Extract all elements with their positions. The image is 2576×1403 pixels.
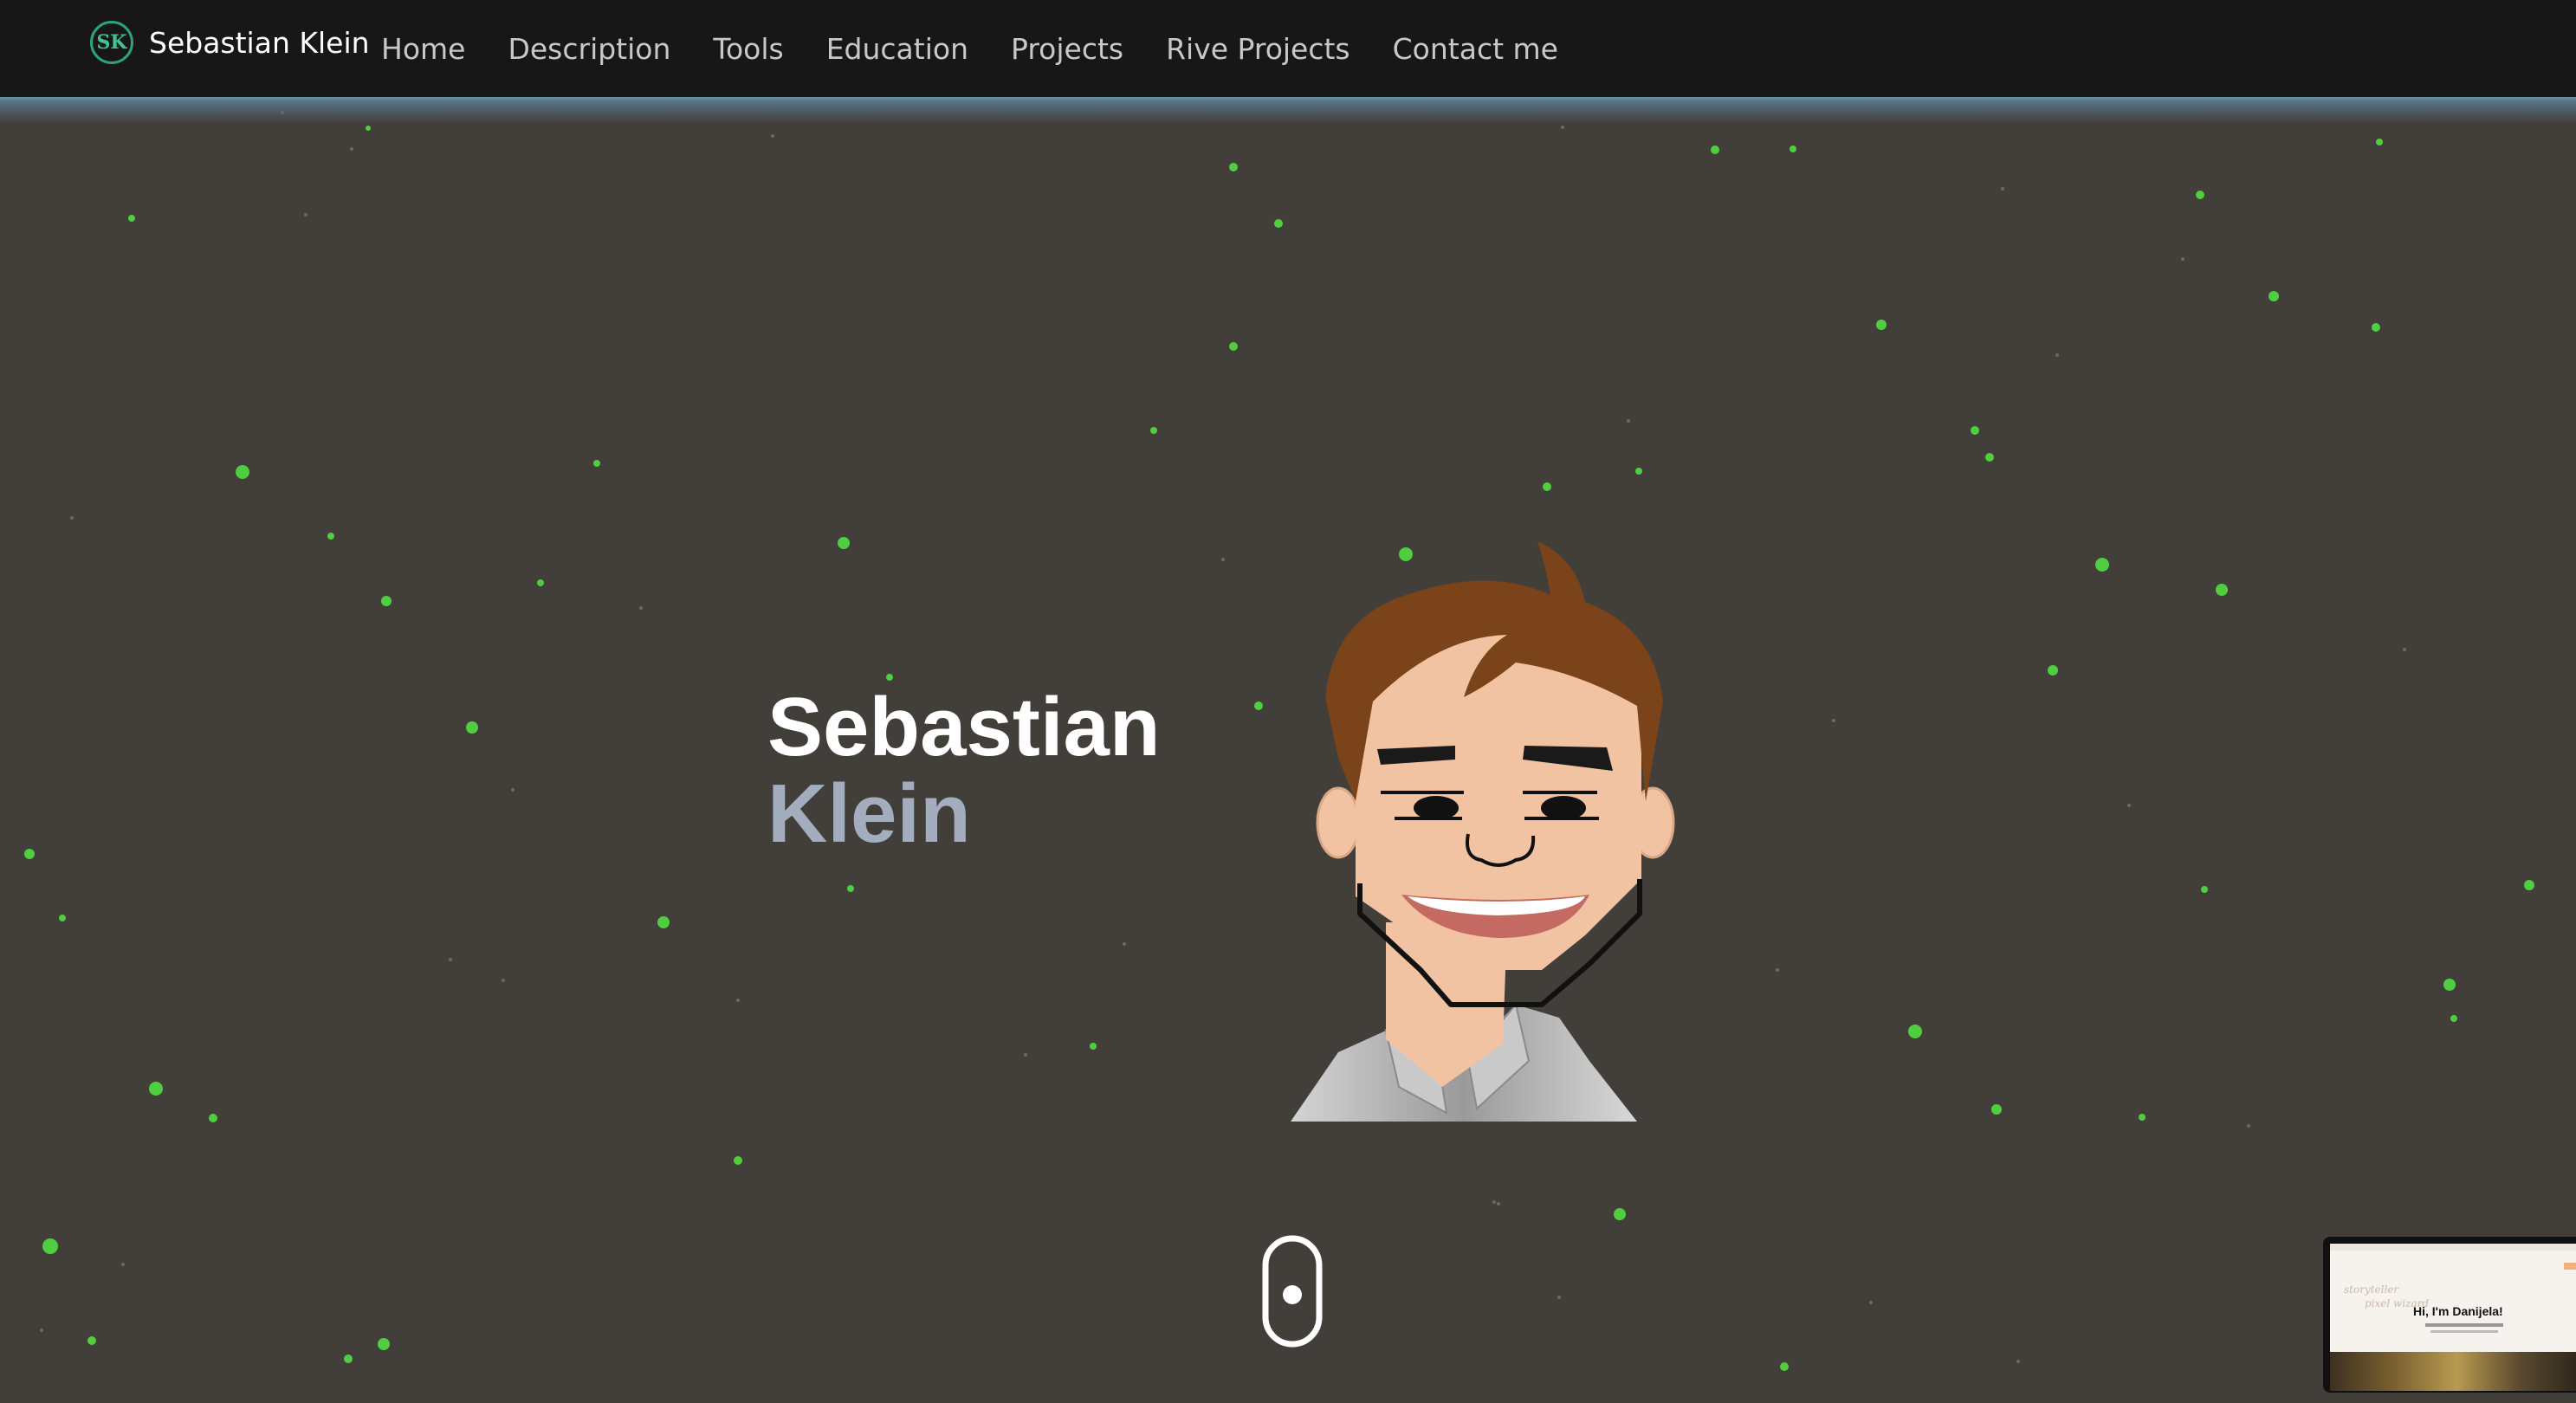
preview-navbar (2330, 1244, 2576, 1251)
hero-last-name: Klein (767, 767, 971, 860)
nav-link-projects[interactable]: Projects (1011, 32, 1123, 66)
nav-link-home[interactable]: Home (381, 32, 465, 66)
preview-photo-strip (2330, 1352, 2576, 1391)
nav-link-tools[interactable]: Tools (713, 32, 783, 66)
brand-name: Sebastian Klein (149, 25, 370, 60)
preview-text-lines-2 (2430, 1330, 2498, 1333)
brand-link[interactable]: SK Sebastian Klein (90, 21, 370, 64)
nav-link-education[interactable]: Education (826, 32, 968, 66)
nav-link-rive-projects[interactable]: Rive Projects (1166, 32, 1350, 66)
particle-background (24, 111, 2534, 1371)
preview-ghost-text: storyteller (2344, 1283, 2399, 1296)
site-preview-thumbnail[interactable]: storyteller pixel wizard Hi, I'm Danijel… (2323, 1237, 2576, 1393)
preview-heading: Hi, I'm Danijela! (2413, 1304, 2503, 1318)
hero-title: Sebastian Klein (767, 684, 1161, 857)
mouse-scroll-icon[interactable] (1261, 1234, 1324, 1348)
nav-link-contact[interactable]: Contact me (1393, 32, 1558, 66)
nav-link-description[interactable]: Description (508, 32, 670, 66)
hero-first-name: Sebastian (767, 681, 1161, 773)
navbar-glow-divider (0, 97, 2576, 123)
top-navbar: SK Sebastian Klein Home Description Tool… (0, 0, 2576, 97)
preview-text-lines (2425, 1323, 2503, 1327)
preview-accent (2564, 1263, 2576, 1270)
sk-monogram-icon: SK (90, 21, 133, 64)
nav-menu: Home Description Tools Education Project… (381, 0, 1601, 97)
avatar-illustration (1291, 541, 1675, 1122)
preview-screen: storyteller pixel wizard Hi, I'm Danijel… (2330, 1244, 2576, 1391)
